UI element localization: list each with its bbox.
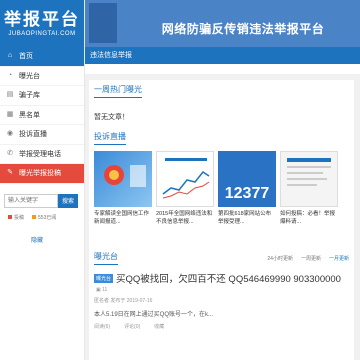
sidebar-badges: 投稿 553已阅: [8, 214, 84, 221]
nav-label: 骗子库: [19, 92, 40, 100]
edit-icon: ✎: [7, 169, 13, 177]
time-filter-tabs: 24小时更新 一周更新 一月更新: [267, 255, 349, 262]
main-content: 网络防骗反传销违法举报平台 违法信息举报 一周热门曝光 暂无文章！ 投诉直播 专…: [85, 0, 360, 360]
favorite-link[interactable]: 收藏: [154, 323, 164, 330]
thumbnail-image: 12377: [218, 151, 276, 207]
live-item[interactable]: 12377 第四批618家网站公布举报受理...: [218, 151, 276, 226]
search-input[interactable]: [4, 193, 58, 208]
banner-title: 网络防骗反传销违法举报平台: [161, 22, 325, 36]
image-count: ▣ 11: [96, 287, 108, 293]
thumb-caption: 专家解读全国网信工作新闻报道...: [94, 211, 150, 225]
nav-label: 投诉直播: [19, 131, 47, 139]
category-tag[interactable]: 曝光台: [94, 273, 114, 283]
image-icon: ▣: [96, 287, 101, 293]
comment-link[interactable]: 评论(0): [124, 323, 140, 330]
thumbnail-image: [156, 151, 214, 207]
tab-week[interactable]: 一周更新: [301, 255, 321, 262]
tab-24h[interactable]: 24小时更新: [267, 255, 293, 262]
nav-item-blacklist[interactable]: ▦ 黑名单: [0, 106, 84, 125]
sidebar: 举报平台 JUBAOPINGTAI.COM ⌂ 首页 ◔ 曝光台 ▤ 骗子库 ▦ 黑名单…: [0, 0, 85, 360]
banner-graphic: [89, 3, 117, 43]
site-logo[interactable]: 举报平台 JUBAOPINGTAI.COM: [0, 0, 84, 47]
item-actions: 阅读(6) 评论(0) 收藏: [94, 323, 349, 330]
search-button[interactable]: 搜索: [58, 193, 78, 208]
nav-item-exposure[interactable]: ◔ 曝光台: [0, 67, 84, 86]
complaints-live-section: 投诉直播 专家解读全国网信工作新闻报道... 2015年全国网络违法和不良信息举…: [89, 128, 354, 248]
read-count-badge: 553已阅: [32, 214, 56, 221]
nav-label: 举报受理电话: [19, 150, 61, 158]
sidebar-nav: ⌂ 首页 ◔ 曝光台 ▤ 骗子库 ▦ 黑名单 ◉ 投诉直播 ✆ 举报受理电话 ✎ 曝光举报投稿: [0, 47, 84, 184]
report-strip[interactable]: 违法信息举报: [85, 47, 360, 64]
nav-item-submit-report[interactable]: ✎ 曝光举报投稿: [0, 164, 84, 184]
section-title: 投诉直播: [94, 131, 126, 145]
item-meta: 匿名者 发布于 2019-07-16: [94, 298, 153, 304]
broadcast-icon: ◉: [6, 130, 14, 138]
search-form: 搜索: [4, 193, 80, 208]
thumb-caption: 第四批618家网站公布举报受理...: [218, 211, 272, 225]
nav-item-home[interactable]: ⌂ 首页: [0, 47, 84, 67]
section-title: 曝光台: [94, 251, 118, 265]
nav-label: 首页: [19, 53, 33, 61]
nav-item-complaints-live[interactable]: ◉ 投诉直播: [0, 125, 84, 145]
live-item[interactable]: 如何投稿：必看！举报爆料请...: [280, 151, 338, 226]
thumb-caption: 如何投稿：必看！举报爆料请...: [280, 211, 336, 225]
exposure-section: 曝光台 24小时更新 一周更新 一月更新 曝光台 买QQ被找回，欠四百不还 QQ…: [89, 248, 354, 360]
hot-exposure-section: 一周热门曝光 暂无文章！: [89, 80, 354, 130]
badge-dot: [8, 215, 12, 220]
live-item[interactable]: 专家解读全国网信工作新闻报道...: [94, 151, 152, 226]
nav-label: 曝光举报投稿: [19, 170, 61, 178]
thumbnail-image: [280, 151, 338, 207]
header-banner: 网络防骗反传销违法举报平台: [85, 0, 360, 47]
collapse-sidebar-button[interactable]: 隐藏: [31, 235, 43, 244]
nav-label: 黑名单: [19, 111, 40, 119]
speaker-icon: ◔: [7, 71, 13, 79]
logo-subtitle: JUBAOPINGTAI.COM: [8, 30, 76, 37]
nav-label: 曝光台: [19, 72, 40, 80]
empty-message: 暂无文章！: [94, 114, 129, 121]
section-title: 一周热门曝光: [94, 84, 142, 98]
spacer: [85, 64, 360, 74]
read-count: 阅读(6): [94, 324, 111, 330]
exposure-item: 曝光台 买QQ被找回，欠四百不还 QQ546469990 903300000 ▣…: [89, 265, 354, 330]
home-icon: ⌂: [7, 52, 13, 60]
logo-title: 举报平台: [4, 9, 80, 29]
thumbnail-image: [94, 151, 152, 207]
nav-item-scammer-db[interactable]: ▤ 骗子库: [0, 86, 84, 106]
tab-month[interactable]: 一月更新: [329, 255, 349, 262]
phone-icon: ✆: [7, 149, 13, 157]
badge-dot: [32, 215, 37, 220]
live-item[interactable]: 2015年全国网络违法和不良信息举报...: [156, 151, 214, 226]
submit-badge[interactable]: 投稿: [8, 214, 24, 221]
live-thumbnails: 专家解读全国网信工作新闻报道... 2015年全国网络违法和不良信息举报... …: [89, 145, 354, 226]
exposure-item-title[interactable]: 买QQ被找回，欠四百不还 QQ546469990 903300000: [116, 271, 341, 285]
hotline-number: 12377: [224, 185, 270, 202]
item-excerpt: 本人5.19日在网上通过买QQ账号一个，在k...: [94, 312, 214, 318]
thumb-caption: 2015年全国网络违法和不良信息举报...: [156, 211, 213, 225]
grid-icon: ▦: [6, 110, 14, 118]
nav-item-hotline[interactable]: ✆ 举报受理电话: [0, 145, 84, 164]
book-icon: ▤: [6, 91, 14, 99]
